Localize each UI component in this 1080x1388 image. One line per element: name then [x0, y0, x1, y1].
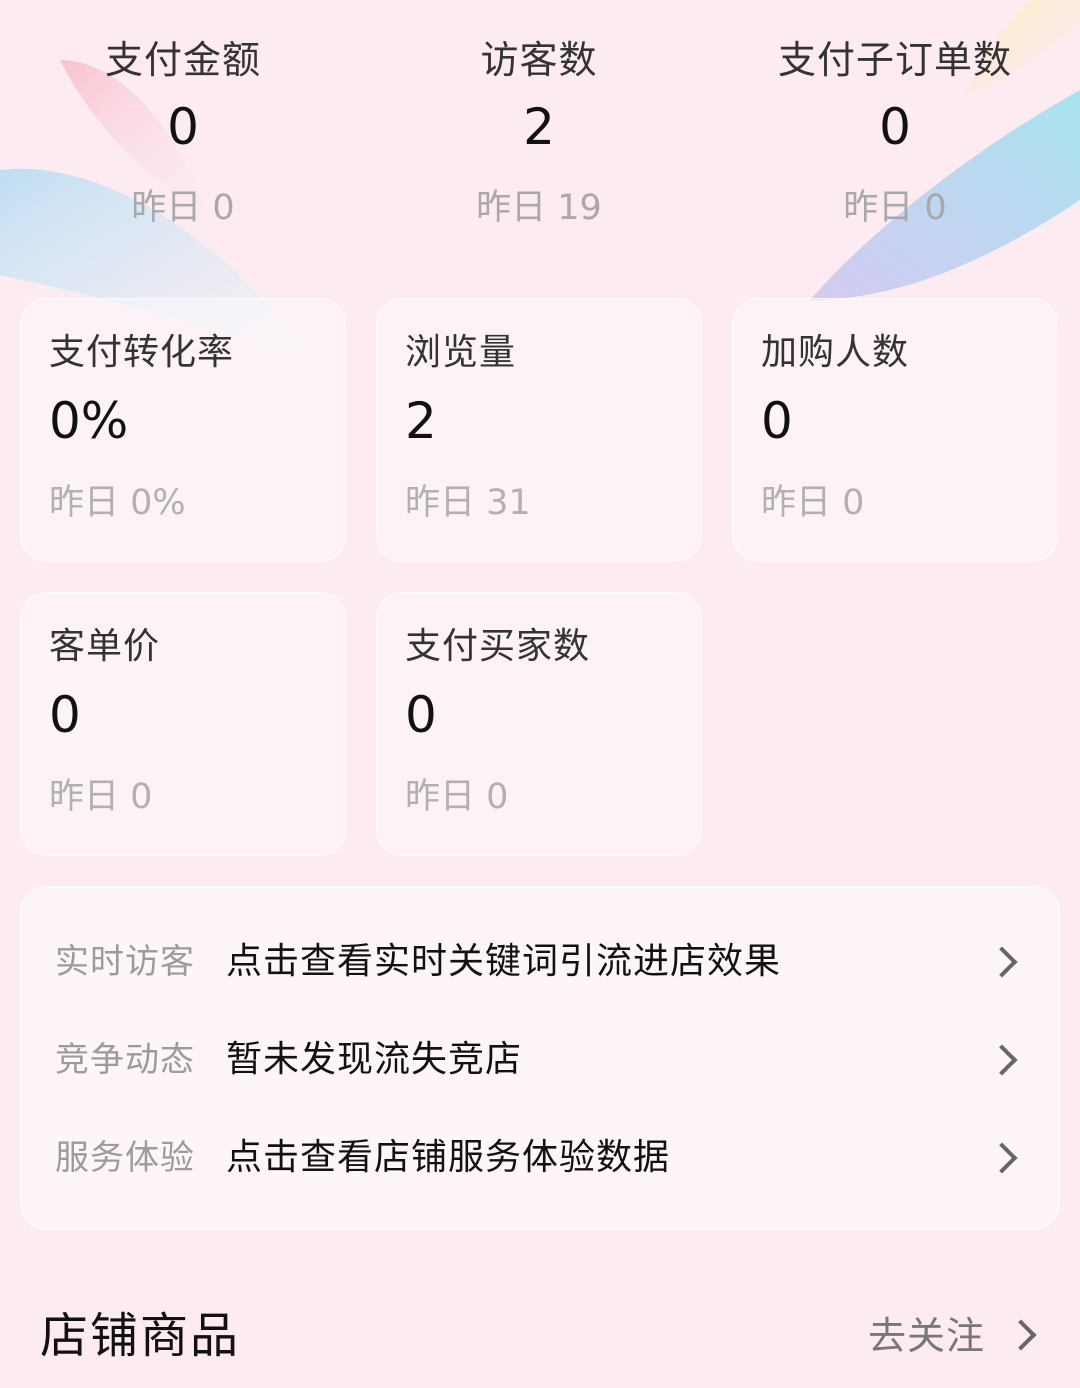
card-value: 0: [405, 686, 437, 744]
card-paying-buyers[interactable]: 支付买家数 0 昨日 0: [376, 592, 702, 856]
card-yesterday: 昨日 0: [49, 777, 153, 817]
stat-yesterday: 昨日 0: [131, 188, 235, 228]
chevron-right-icon: [986, 946, 1018, 978]
card-label: 加购人数: [761, 332, 910, 373]
insight-text: 点击查看实时关键词引流进店效果: [226, 941, 782, 982]
card-add-to-cart-users[interactable]: 加购人数 0 昨日 0: [732, 298, 1058, 562]
card-label: 支付转化率: [49, 332, 235, 373]
follow-link[interactable]: 去关注: [860, 1300, 1060, 1372]
card-label: 客单价: [49, 626, 161, 667]
chevron-right-icon: [1005, 1319, 1037, 1351]
chevron-right-icon: [986, 1142, 1018, 1174]
insights-panel: 实时访客 点击查看实时关键词引流进店效果 竞争动态 暂未发现流失竞店 服务体验 …: [20, 886, 1060, 1230]
card-yesterday: 昨日 0%: [49, 483, 186, 523]
store-products-title: 店铺商品: [40, 1308, 241, 1364]
follow-label: 去关注: [868, 1314, 986, 1358]
stat-label: 支付子订单数: [777, 38, 1012, 82]
stat-value: 2: [523, 98, 555, 156]
card-label: 支付买家数: [405, 626, 591, 667]
stat-label: 支付金额: [104, 38, 261, 82]
insight-row-competition[interactable]: 竞争动态 暂未发现流失竞店: [21, 1011, 1061, 1107]
card-value: 0%: [49, 392, 129, 450]
insight-label: 竞争动态: [55, 1040, 195, 1080]
top-stats: 支付金额 0 昨日 0 访客数 2 昨日 19 支付子订单数 0 昨日 0: [0, 0, 1080, 250]
card-value: 2: [405, 392, 437, 450]
stat-value: 0: [879, 98, 911, 156]
insight-row-realtime-visitors[interactable]: 实时访客 点击查看实时关键词引流进店效果: [21, 913, 1061, 1009]
card-value: 0: [49, 686, 81, 744]
card-yesterday: 昨日 31: [405, 483, 531, 523]
card-yesterday: 昨日 0: [405, 777, 509, 817]
chevron-right-icon: [986, 1044, 1018, 1076]
insight-text: 暂未发现流失竞店: [226, 1039, 523, 1080]
stat-yesterday: 昨日 19: [476, 188, 602, 228]
card-yesterday: 昨日 0: [761, 483, 865, 523]
stat-visitors[interactable]: 访客数 2 昨日 19: [359, 30, 719, 238]
insight-label: 服务体验: [55, 1138, 195, 1178]
stat-yesterday: 昨日 0: [843, 188, 947, 228]
card-value: 0: [761, 392, 793, 450]
stat-payment-amount[interactable]: 支付金额 0 昨日 0: [3, 30, 363, 238]
card-payment-conversion[interactable]: 支付转化率 0% 昨日 0%: [20, 298, 346, 562]
stat-paid-sub-orders[interactable]: 支付子订单数 0 昨日 0: [715, 30, 1075, 238]
insight-row-service-experience[interactable]: 服务体验 点击查看店铺服务体验数据: [21, 1109, 1061, 1205]
card-avg-order-value[interactable]: 客单价 0 昨日 0: [20, 592, 346, 856]
card-label: 浏览量: [405, 332, 517, 373]
card-page-views[interactable]: 浏览量 2 昨日 31: [376, 298, 702, 562]
stat-value: 0: [167, 98, 199, 156]
stat-label: 访客数: [480, 38, 598, 82]
insight-text: 点击查看店铺服务体验数据: [226, 1137, 671, 1178]
insight-label: 实时访客: [55, 942, 195, 982]
